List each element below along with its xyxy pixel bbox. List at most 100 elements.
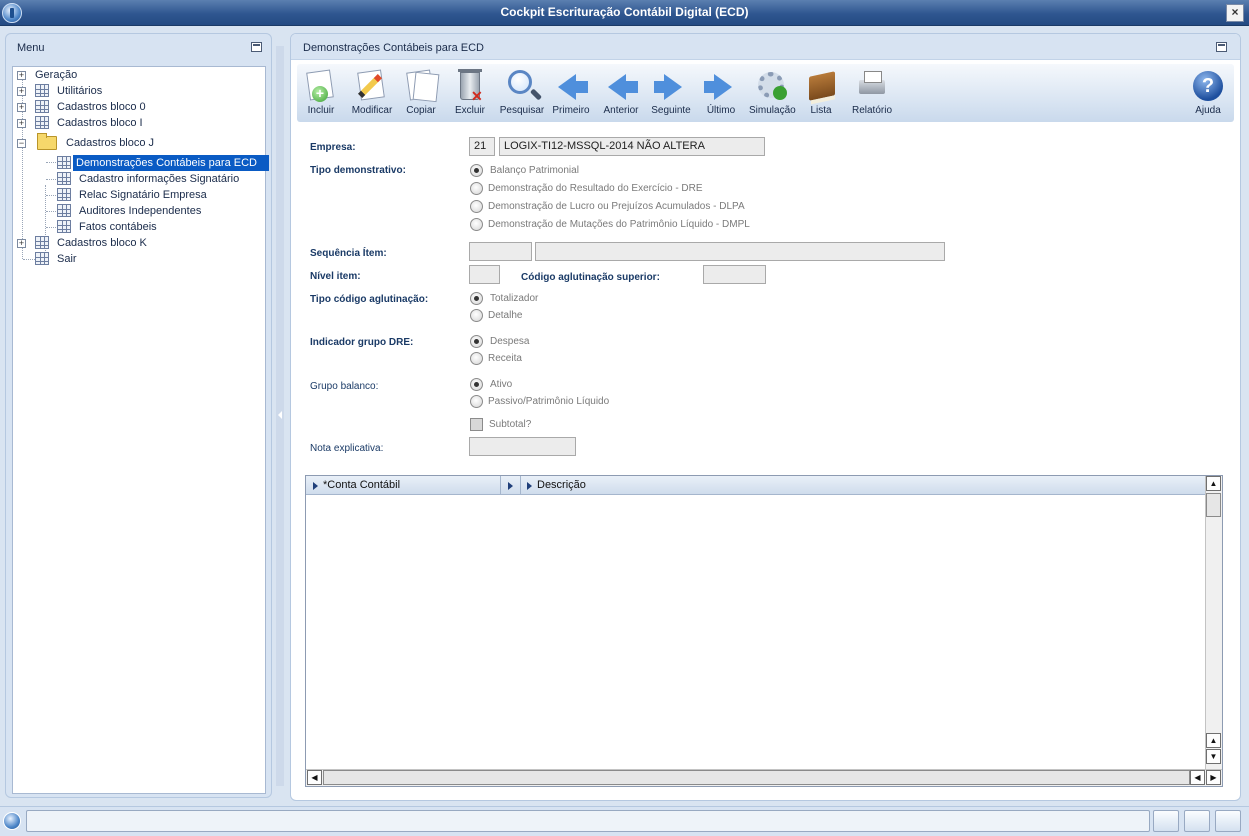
scroll-thumb-vertical[interactable]: [1206, 493, 1221, 517]
table-icon: [35, 116, 49, 129]
radio-receita[interactable]: [470, 352, 483, 365]
radio-passivo[interactable]: [470, 395, 483, 408]
nota-explicativa-label: Nota explicativa:: [310, 443, 384, 454]
radio-label: Demonstração do Resultado do Exercício -…: [488, 183, 703, 194]
radio-balanco-patrimonial[interactable]: [470, 164, 483, 177]
excluir-label: Excluir: [454, 105, 485, 116]
radio-despesa[interactable]: [470, 335, 483, 348]
menu-minimize-button[interactable]: [251, 42, 262, 52]
last-arrow-icon: [714, 74, 732, 100]
next-arrow-icon: [664, 74, 682, 100]
radio-label: Balanço Patrimonial: [490, 165, 579, 176]
menu-item-label: Fatos contábeis: [79, 221, 157, 233]
menu-item-label: Relac Signatário Empresa: [79, 189, 207, 201]
table-icon: [57, 156, 71, 169]
chat-button[interactable]: [1215, 810, 1241, 832]
subtotal-label: Subtotal?: [489, 419, 532, 430]
table-icon: [57, 172, 71, 185]
lista-button[interactable]: Lista: [803, 68, 839, 120]
status-message-field: [26, 810, 1150, 832]
modificar-button[interactable]: Modificar: [349, 68, 395, 120]
radio-dre[interactable]: [470, 182, 483, 195]
horizontal-scrollbar[interactable]: ◀ ◀ ▶: [306, 769, 1222, 786]
menu-item-label-selected: Demonstrações Contábeis para ECD: [73, 155, 269, 171]
expand-icon[interactable]: +: [17, 239, 26, 248]
scroll-left-small-button[interactable]: ◀: [1190, 770, 1205, 785]
radio-dmpl[interactable]: [470, 218, 483, 231]
table-icon: [57, 204, 71, 217]
incluir-label: Incluir: [307, 105, 335, 116]
toolbar: + Incluir Modificar Copiar ✕ Excluir Pes…: [297, 64, 1234, 122]
resize-button[interactable]: [1153, 810, 1179, 832]
table-icon: [35, 236, 49, 249]
primeiro-label: Primeiro: [552, 105, 590, 116]
anterior-button[interactable]: Anterior: [601, 68, 641, 120]
radio-label: Demonstração de Lucro ou Prejuízos Acumu…: [488, 201, 745, 212]
menu-item-label: Utilitários: [57, 85, 103, 97]
menu-item-label: Cadastros bloco 0: [57, 101, 146, 113]
menu-item-label: Cadastros bloco J: [66, 137, 155, 149]
scroll-down-button[interactable]: ▼: [1206, 749, 1221, 764]
table-icon: [35, 84, 49, 97]
ultimo-label: Último: [706, 105, 736, 116]
excluir-button[interactable]: ✕ Excluir: [451, 68, 489, 120]
lista-label: Lista: [810, 105, 832, 116]
nivel-item-label: Nível item:: [310, 271, 361, 282]
column-separator: [501, 476, 521, 495]
menu-item-label: Sair: [57, 253, 77, 265]
relatorio-button[interactable]: Relatório: [851, 68, 893, 120]
expand-icon[interactable]: +: [17, 87, 26, 96]
seguinte-button[interactable]: Seguinte: [651, 68, 691, 120]
radio-detalhe[interactable]: [470, 309, 483, 322]
vertical-scrollbar[interactable]: ▲ ▲ ▼: [1205, 476, 1222, 770]
empresa-code-field[interactable]: 21: [469, 137, 495, 156]
primeiro-button[interactable]: Primeiro: [551, 68, 591, 120]
window-title: Cockpit Escrituração Contábil Digital (E…: [500, 5, 749, 19]
empresa-name-field[interactable]: LOGIX-TI12-MSSQL-2014 NÃO ALTERA: [499, 137, 765, 156]
subtotal-checkbox[interactable]: [470, 418, 483, 431]
radio-ativo[interactable]: [470, 378, 483, 391]
close-button[interactable]: ×: [1226, 4, 1244, 22]
expand-icon[interactable]: +: [17, 103, 26, 112]
radio-label: Demonstração de Mutações do Patrimônio L…: [488, 219, 750, 230]
accounts-table: *Conta Contábil Descrição ▲ ▲ ▼ ◀ ◀ ▶: [305, 475, 1223, 787]
nivel-item-field[interactable]: [469, 265, 500, 284]
sequencia-item-field[interactable]: [469, 242, 532, 261]
pesquisar-button[interactable]: Pesquisar: [499, 68, 545, 120]
ultimo-button[interactable]: Último: [701, 68, 741, 120]
expand-icon[interactable]: +: [17, 71, 26, 80]
sequencia-item-description-field[interactable]: [535, 242, 945, 261]
first-arrow-icon: [558, 74, 576, 100]
copiar-button[interactable]: Copiar: [401, 68, 441, 120]
simulacao-button[interactable]: Simulação: [749, 68, 796, 120]
nota-explicativa-field[interactable]: [469, 437, 576, 456]
folder-open-icon: [37, 133, 57, 150]
codigo-aglutinacao-superior-field[interactable]: [703, 265, 766, 284]
incluir-button[interactable]: + Incluir: [301, 68, 341, 120]
radio-label: Totalizador: [490, 293, 539, 304]
menu-item-label: Auditores Independentes: [79, 205, 202, 217]
scroll-up-button[interactable]: ▲: [1206, 476, 1221, 491]
print-button[interactable]: [1184, 810, 1210, 832]
radio-dlpa[interactable]: [470, 200, 483, 213]
column-header-conta-contabil[interactable]: *Conta Contábil: [306, 476, 501, 495]
content-minimize-button[interactable]: [1216, 42, 1227, 52]
table-icon: [35, 100, 49, 113]
table-header: *Conta Contábil Descrição: [306, 476, 1206, 495]
book-icon: [809, 71, 835, 101]
scroll-up-small-button[interactable]: ▲: [1206, 733, 1221, 748]
scroll-right-button[interactable]: ▶: [1206, 770, 1221, 785]
panel-splitter[interactable]: [276, 46, 284, 786]
expand-icon[interactable]: +: [17, 119, 26, 128]
scroll-left-button[interactable]: ◀: [307, 770, 322, 785]
ajuda-button[interactable]: ? Ajuda: [1189, 68, 1227, 120]
pesquisar-label: Pesquisar: [499, 105, 545, 116]
menu-item-label: Cadastros bloco K: [57, 237, 147, 249]
scroll-thumb-horizontal[interactable]: [323, 770, 1190, 785]
radio-label: Despesa: [490, 336, 530, 347]
collapse-icon[interactable]: −: [17, 139, 26, 148]
radio-totalizador[interactable]: [470, 292, 483, 305]
tipo-demonstrativo-label: Tipo demonstrativo:: [310, 165, 406, 176]
column-header-descricao[interactable]: Descrição: [520, 476, 1206, 495]
delete-x-icon: ✕: [471, 88, 483, 104]
